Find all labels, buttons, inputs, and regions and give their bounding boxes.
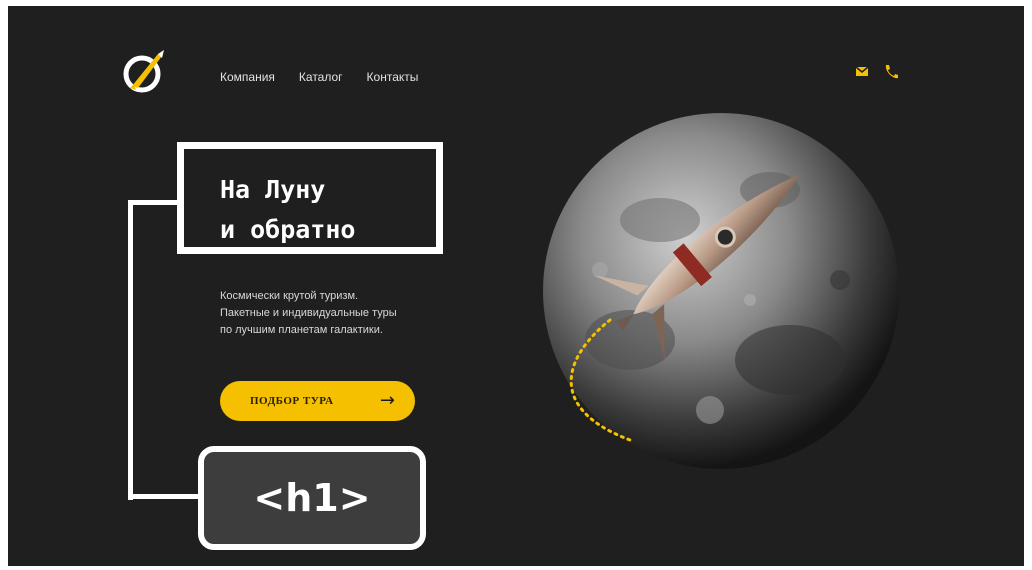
- annotation-connector-bottom: [128, 494, 203, 499]
- mail-icon[interactable]: [855, 64, 869, 78]
- h1-tag-text: <h1>: [253, 476, 371, 520]
- cta-label: ПОДБОР ТУРА: [250, 395, 334, 407]
- rocket-logo-icon[interactable]: [118, 46, 170, 98]
- h1-tag-label: <h1>: [198, 446, 426, 550]
- nav-company[interactable]: Компания: [220, 70, 275, 84]
- main-nav: Компания Каталог Контакты: [220, 70, 418, 84]
- annotation-connector: [128, 200, 133, 500]
- arrow-right-icon: →: [379, 390, 395, 411]
- page-title: На Луну и обратно: [220, 175, 356, 244]
- nav-contacts[interactable]: Контакты: [367, 70, 419, 84]
- annotation-connector-top: [128, 200, 182, 205]
- contact-icons: [855, 64, 899, 80]
- moon-rocket-illustration: [543, 113, 899, 469]
- nav-catalog[interactable]: Каталог: [299, 70, 343, 84]
- tour-selection-button[interactable]: ПОДБОР ТУРА →: [220, 381, 415, 421]
- hero-subtitle: Космически крутой туризм. Пакетные и инд…: [220, 290, 397, 336]
- phone-icon[interactable]: [883, 64, 899, 80]
